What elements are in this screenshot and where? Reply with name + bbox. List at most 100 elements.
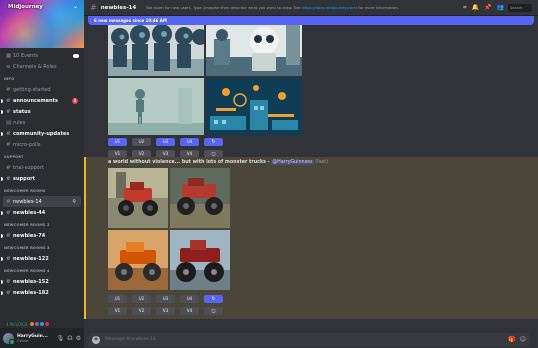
microphone-icon[interactable]: 🎙 — [57, 335, 65, 342]
channel-status[interactable]: # status — [0, 106, 84, 117]
category-label: INFO — [4, 77, 15, 81]
user-mention[interactable]: @HarryGuinness — [271, 160, 314, 165]
variation-button-v1[interactable]: V1 — [108, 307, 127, 315]
category-info[interactable]: INFO — [0, 74, 84, 84]
lonely-robot-image-art — [108, 78, 204, 135]
truck-image-4[interactable] — [170, 230, 230, 290]
upscale-button-u1[interactable]: U1 — [108, 295, 127, 303]
upscale-button-u4[interactable]: U4 — [180, 295, 199, 303]
channel-rules[interactable]: ▤ rules — [0, 117, 84, 128]
generated-image-2[interactable] — [206, 25, 302, 76]
pin-icon[interactable]: 📌 — [484, 4, 491, 12]
unread-indicator — [1, 279, 3, 284]
upscale-button-u3[interactable]: U3 — [156, 138, 175, 146]
channel-support[interactable]: # support — [0, 173, 84, 184]
channel-label: community-updates — [13, 130, 70, 137]
channel-newbies-14[interactable]: # newbies-14 ⚲ — [3, 196, 81, 207]
channel-list: ▦ 10 Events ≡ Channels & Roles INFO # get… — [0, 48, 84, 320]
channel-micro-polls[interactable]: # micro-polls — [0, 139, 84, 150]
channel-newbies-74[interactable]: # newbies-74 — [0, 230, 84, 241]
truck-image-2[interactable] — [170, 168, 230, 228]
truck-image-3[interactable] — [108, 230, 168, 290]
channel-newbies-122[interactable]: # newbies-122 — [0, 253, 84, 264]
channel-label: newbies-182 — [13, 289, 49, 296]
reroll-icon[interactable]: ↻ — [204, 295, 223, 303]
channel-label: micro-polls — [13, 141, 41, 148]
category-newcomer-rooms-2[interactable]: NEWCOMER ROOMS 2 — [0, 220, 84, 230]
topic-link[interactable]: https://docs.midjourney.com/ — [302, 5, 357, 10]
hash-icon: # — [6, 255, 11, 262]
gift-icon[interactable]: 🎁 — [508, 336, 515, 343]
hash-icon: # — [90, 3, 97, 12]
events-item[interactable]: ▦ 10 Events — [0, 50, 84, 61]
megaphone-icon: # — [6, 108, 11, 115]
generated-image-1[interactable] — [108, 25, 204, 76]
headphones-icon[interactable]: ☊ — [67, 335, 72, 342]
bell-icon[interactable]: 🔔 — [472, 4, 479, 12]
search-input[interactable]: Search — [508, 3, 532, 12]
channels-roles-label: Channels & Roles — [13, 63, 57, 70]
user-info[interactable]: HarryGuin... Online — [17, 334, 48, 343]
category-support[interactable]: SUPPORT — [0, 152, 84, 162]
channel-trial-support[interactable]: # trial-support — [0, 162, 84, 173]
upscale-button-u2[interactable]: U2 — [132, 295, 151, 303]
add-attachment-button[interactable]: + — [92, 335, 100, 344]
channel-label: support — [13, 175, 35, 182]
emoji-icon[interactable]: ☺ — [520, 336, 526, 343]
new-messages-text: 6 new messages since 10:46 AM — [94, 18, 167, 23]
members-icon[interactable]: 👥 — [497, 4, 504, 12]
unread-indicator — [1, 233, 3, 238]
category-newcomer-rooms-4[interactable]: NEWCOMER ROOMS 4 — [0, 266, 84, 276]
truck-image-1[interactable] — [108, 168, 168, 228]
unread-indicator — [1, 131, 3, 136]
server-name[interactable]: Midjourney — [8, 4, 43, 10]
message-input[interactable]: Message #newbies-14 — [105, 337, 503, 342]
generated-image-3[interactable] — [108, 78, 204, 135]
channel-announcements[interactable]: # announcements 1 — [0, 95, 84, 106]
channel-label: newbies-74 — [13, 232, 46, 239]
server-banner[interactable]: Midjourney ⌄ — [0, 0, 84, 48]
channel-newbies-182[interactable]: # newbies-182 — [0, 287, 84, 298]
category-newcomer-rooms-3[interactable]: NEWCOMER ROOMS 3 — [0, 243, 84, 253]
channel-newbies-152[interactable]: # newbies-152 — [0, 276, 84, 287]
truck-image-4-art — [170, 230, 230, 290]
unread-indicator — [1, 210, 3, 215]
voice-avatars — [29, 322, 49, 326]
variation-button-v3[interactable]: V3 — [156, 307, 175, 315]
channel-community-updates[interactable]: # community-updates — [0, 128, 84, 139]
variation-button-v2[interactable]: V2 — [132, 307, 151, 315]
channel-label: rules — [13, 119, 26, 126]
upscale-button-u3[interactable]: U3 — [156, 295, 175, 303]
upscale-button-u4[interactable]: U4 — [180, 138, 199, 146]
add-member-icon[interactable]: ⚲ — [72, 199, 76, 205]
channels-roles-item[interactable]: ≡ Channels & Roles — [0, 61, 84, 72]
hash-icon: # — [6, 232, 11, 239]
gear-icon[interactable]: ⚙ — [76, 335, 81, 342]
unread-indicator — [1, 109, 3, 114]
generated-image-4[interactable] — [206, 78, 302, 135]
expand-icon[interactable]: ◻ — [204, 307, 223, 315]
toggle-icon[interactable] — [73, 53, 79, 58]
variation-button-v4[interactable]: V4 — [180, 307, 199, 315]
upscale-button-u2[interactable]: U2 — [132, 138, 151, 146]
chevron-down-icon[interactable]: ⌄ — [73, 3, 78, 10]
unread-indicator — [1, 98, 3, 103]
upscale-button-u1[interactable]: U1 — [108, 138, 127, 146]
channel-topic[interactable]: Bot room for new users. Type /imagine th… — [146, 5, 459, 10]
category-newcomer-rooms[interactable]: NEWCOMER ROOMS — [0, 186, 84, 196]
threads-icon[interactable]: ⌗ — [463, 4, 466, 12]
voice-indicator[interactable]: 4 IN VOICE — [0, 320, 84, 328]
channel-newbies-44[interactable]: # newbies-44 — [0, 207, 84, 218]
list-icon: ≡ — [6, 63, 11, 70]
message-composer: + Message #newbies-14 🎁 ☺ — [88, 333, 530, 346]
robots-image-art — [108, 25, 204, 76]
user-panel: HarryGuin... Online 🎙 ☊ ⚙ — [0, 328, 84, 348]
megaphone-icon: # — [6, 130, 11, 137]
unread-indicator — [1, 290, 3, 295]
new-messages-banner[interactable]: 6 new messages since 10:46 AM — [88, 16, 534, 25]
channel-getting-started[interactable]: # getting-started — [0, 84, 84, 95]
voice-avatar — [39, 322, 44, 326]
reroll-icon[interactable]: ↻ — [204, 138, 223, 146]
avatar[interactable] — [3, 332, 15, 345]
voice-avatar — [29, 322, 34, 326]
